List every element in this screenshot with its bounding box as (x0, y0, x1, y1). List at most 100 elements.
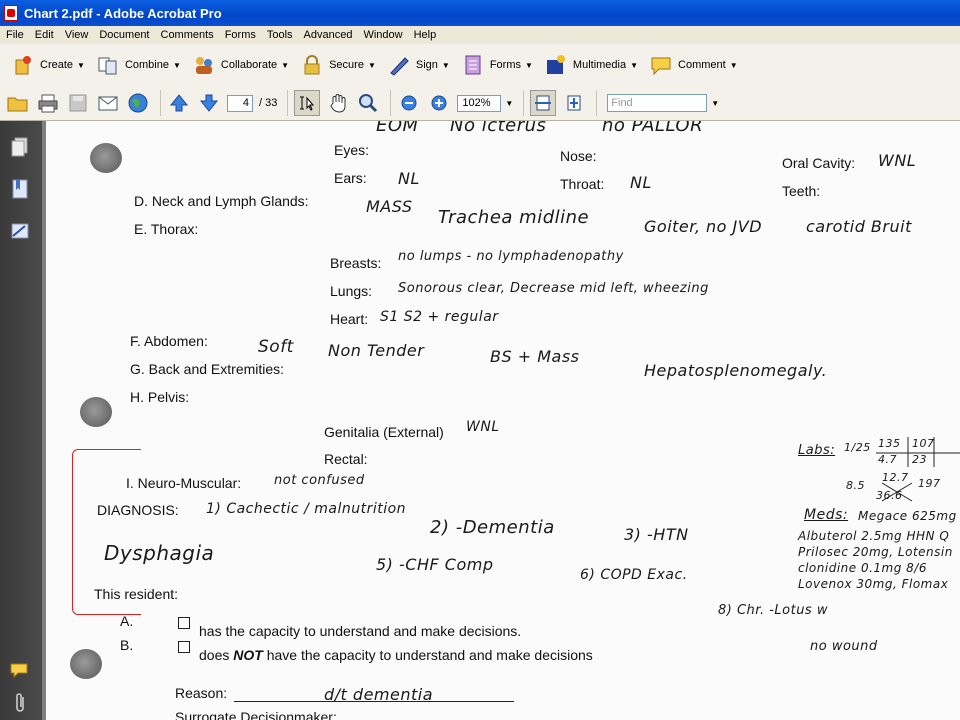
previous-page-icon[interactable] (167, 91, 191, 115)
zoom-in-icon[interactable] (427, 91, 451, 115)
label-reason: Reason: (175, 685, 228, 701)
hw-dx-1: 1) Cachectic / malnutrition (206, 501, 407, 517)
menu-edit[interactable]: Edit (29, 29, 59, 41)
zoom-out-icon[interactable] (397, 91, 421, 115)
create-button[interactable]: Create ▼ (12, 50, 85, 80)
hw-lab-hgb: 12.7 (882, 471, 909, 484)
hw-eom: EOM (376, 121, 419, 136)
window-title: Chart 2.pdf - Adobe Acrobat Pro (24, 5, 222, 21)
multimedia-button[interactable]: Multimedia ▼ (545, 50, 638, 80)
find-input[interactable]: Find (607, 94, 708, 112)
lock-icon (301, 54, 323, 76)
create-pdf-icon (12, 54, 34, 76)
label-surrogate: Surrogate Decisionmaker: (175, 709, 337, 720)
menu-advanced[interactable]: Advanced (298, 29, 358, 41)
label-eyes: Eyes: (334, 142, 370, 158)
hw-lab-k: 4.7 (878, 453, 897, 466)
menu-bar: File Edit View Document Comments Forms T… (0, 26, 960, 44)
menu-file[interactable]: File (0, 29, 29, 41)
marquee-zoom-icon[interactable] (356, 91, 380, 115)
attachments-paperclip-icon[interactable] (8, 691, 32, 715)
comment-bubble-icon (650, 54, 672, 76)
chevron-down-icon: ▼ (525, 60, 533, 70)
menu-view[interactable]: View (59, 29, 94, 41)
document-viewport[interactable]: EOM No icterus no PALLOR Eyes: Nose: Ora… (42, 121, 960, 720)
sign-button[interactable]: Sign ▼ (388, 50, 450, 80)
hw-lungs: Sonorous clear, Decrease mid left, wheez… (398, 281, 709, 296)
hw-dx-5: 5) -CHF Comp (376, 555, 494, 574)
collaborate-button[interactable]: Collaborate ▼ (193, 50, 289, 80)
forms-button[interactable]: Forms ▼ (462, 50, 533, 80)
label-back-extremities: G. Back and Extremities: (130, 361, 285, 377)
zoom-level-input[interactable]: 102% (457, 94, 502, 112)
toolbar-separator (160, 90, 161, 116)
option-b-text: does NOT have the capacity to understand… (199, 647, 593, 663)
chevron-down-icon: ▼ (729, 60, 738, 70)
menu-tools[interactable]: Tools (261, 29, 298, 41)
menu-document[interactable]: Document (93, 29, 154, 41)
hw-med-0: Megace 625mg (858, 509, 957, 523)
next-page-icon[interactable] (197, 91, 221, 115)
hw-lab-co2: 23 (912, 453, 927, 466)
menu-help[interactable]: Help (408, 29, 442, 41)
hw-no-icterus: No icterus (450, 121, 547, 136)
comment-button[interactable]: Comment ▼ (650, 50, 738, 80)
page-number-input[interactable]: 4 (227, 94, 253, 112)
menu-comments[interactable]: Comments (155, 29, 219, 41)
save-icon[interactable] (66, 91, 90, 115)
fit-page-icon[interactable] (562, 91, 586, 115)
hw-heart: S1 S2 + regular (380, 309, 499, 325)
signatures-panel-icon[interactable] (8, 219, 32, 243)
checkbox-no-capacity[interactable] (178, 641, 190, 653)
hw-med-1: Albuterol 2.5mg HHN Q (798, 529, 950, 543)
toolbar-separator (523, 90, 525, 116)
hw-abd-soft: Soft (258, 337, 294, 357)
hw-ears: NL (398, 169, 420, 188)
label-teeth: Teeth: (782, 183, 821, 199)
option-b-letter: B. (120, 637, 134, 653)
checkbox-has-capacity[interactable] (178, 617, 190, 629)
hand-tool-icon[interactable] (326, 91, 350, 115)
print-icon[interactable] (36, 91, 60, 115)
label-nose: Nose: (560, 148, 597, 164)
hw-med-2: Prilosec 20mg, Lotensin (798, 545, 953, 559)
combine-icon (97, 54, 119, 76)
open-folder-icon[interactable] (6, 91, 30, 115)
hw-goiter: Goiter, no JVD (644, 217, 763, 236)
navigation-panel (0, 121, 42, 720)
chevron-down-icon[interactable]: ▼ (711, 99, 719, 108)
chevron-down-icon: ▼ (281, 60, 290, 70)
multimedia-icon (545, 54, 567, 76)
hw-med-4: Lovenox 30mg, Flomax (798, 577, 949, 591)
label-diagnosis: DIAGNOSIS: (97, 502, 179, 518)
label-thorax: E. Thorax: (134, 221, 199, 237)
email-icon[interactable] (96, 91, 120, 115)
menu-window[interactable]: Window (357, 29, 407, 41)
chevron-down-icon: ▼ (367, 60, 376, 70)
task-toolbar: Create ▼ Combine ▼ Collaborate ▼ Secure ▼ Si… (0, 44, 960, 87)
bookmarks-panel-icon[interactable] (8, 177, 32, 201)
label-neck: D. Neck and Lymph Glands: (134, 193, 309, 209)
secure-button[interactable]: Secure ▼ (301, 50, 376, 80)
chevron-down-icon[interactable]: ▼ (505, 99, 513, 108)
title-bar: Chart 2.pdf - Adobe Acrobat Pro (0, 0, 960, 26)
hw-dx-4: Dysphagia (104, 541, 215, 565)
hw-labs-date: 1/25 (844, 441, 871, 454)
hw-throat: NL (630, 173, 652, 192)
fit-width-icon[interactable] (530, 90, 557, 116)
combine-button[interactable]: Combine ▼ (97, 50, 181, 80)
hw-lab-wbc: 8.5 (846, 479, 865, 492)
punch-hole (90, 143, 122, 173)
hw-dx-6: 6) COPD Exac. (580, 567, 688, 583)
hw-meds-title: Meds: (804, 507, 849, 523)
label-pelvis: H. Pelvis: (130, 389, 190, 405)
pages-panel-icon[interactable] (8, 135, 32, 159)
comments-panel-icon[interactable] (8, 659, 32, 683)
hw-breasts: no lumps - no lymphadenopathy (398, 249, 624, 264)
hw-lab-na: 135 (878, 437, 901, 450)
menu-forms[interactable]: Forms (219, 29, 261, 41)
chevron-down-icon: ▼ (77, 60, 85, 70)
select-text-icon[interactable] (294, 90, 321, 116)
globe-icon[interactable] (126, 91, 150, 115)
hw-oral: WNL (878, 151, 917, 170)
